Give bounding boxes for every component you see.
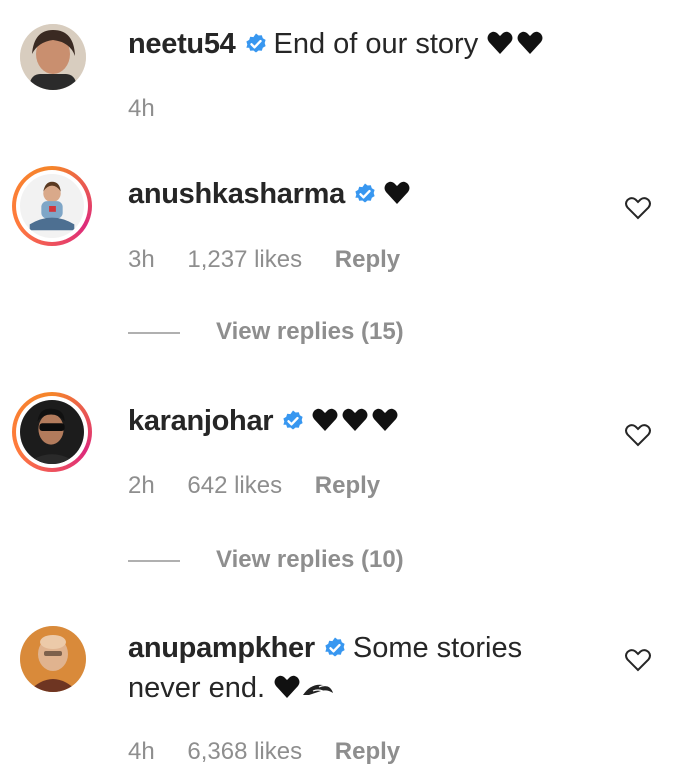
verified-badge-icon: [325, 637, 345, 657]
username[interactable]: anushkasharma: [128, 178, 345, 210]
comment-line: anushkasharma: [128, 174, 413, 214]
avatar-image: [20, 400, 84, 464]
reply-button[interactable]: Reply: [335, 738, 400, 765]
comment-meta: 2h 642 likes Reply: [128, 472, 406, 500]
username[interactable]: anupampkher: [128, 632, 315, 664]
view-replies-label: View replies (15): [216, 318, 404, 345]
comment-meta: 4h: [128, 95, 181, 123]
comment-meta: 4h 6,368 likes Reply: [128, 738, 426, 766]
black-heart-icon: [312, 408, 398, 431]
reply-button[interactable]: Reply: [315, 472, 380, 499]
view-replies-button[interactable]: View replies (15): [128, 318, 404, 346]
comment-meta: 3h 1,237 likes Reply: [128, 246, 426, 274]
view-replies-button[interactable]: View replies (10): [128, 546, 404, 574]
likes-count[interactable]: 6,368 likes: [187, 738, 302, 765]
verified-badge-icon: [283, 410, 303, 430]
avatar-anupampkher[interactable]: [20, 626, 86, 692]
reply-button[interactable]: Reply: [335, 246, 400, 273]
username[interactable]: karanjohar: [128, 405, 274, 437]
verified-badge-icon: [355, 183, 375, 203]
avatar-karanjohar[interactable]: [12, 392, 92, 472]
divider-line: [128, 331, 180, 334]
comment-text: Some stories: [352, 632, 523, 664]
likes-count[interactable]: 642 likes: [187, 472, 282, 499]
black-heart-icon: [384, 181, 410, 204]
avatar-neetu54[interactable]: [20, 24, 86, 90]
likes-count[interactable]: 1,237 likes: [187, 246, 302, 273]
wind-face-emoji-icon: [303, 684, 334, 695]
black-heart-icon: [274, 675, 300, 698]
divider-line: [128, 559, 180, 562]
comment-time: 4h: [128, 95, 155, 122]
comment-time: 4h: [128, 738, 155, 765]
avatar-image: [20, 174, 84, 238]
comment-text: End of our story: [273, 28, 479, 60]
comment-time: 3h: [128, 246, 155, 273]
like-heart-outline-icon[interactable]: [624, 423, 652, 447]
comment-text: never end.: [128, 672, 266, 704]
avatar-image: [20, 24, 86, 90]
comment-line: anupampkher Some stories: [128, 628, 522, 668]
view-replies-label: View replies (10): [216, 546, 404, 573]
comment-line: karanjohar: [128, 401, 401, 441]
comment-line: neetu54 End of our story: [128, 24, 546, 64]
username[interactable]: neetu54: [128, 28, 236, 60]
like-heart-outline-icon[interactable]: [624, 648, 652, 672]
verified-badge-icon: [245, 33, 266, 53]
avatar-anushkasharma[interactable]: [12, 166, 92, 246]
black-heart-icon: [487, 31, 543, 54]
comment-time: 2h: [128, 472, 155, 499]
avatar-image: [20, 626, 86, 692]
like-heart-outline-icon[interactable]: [624, 196, 652, 220]
comment-line-2: never end.: [128, 668, 335, 708]
